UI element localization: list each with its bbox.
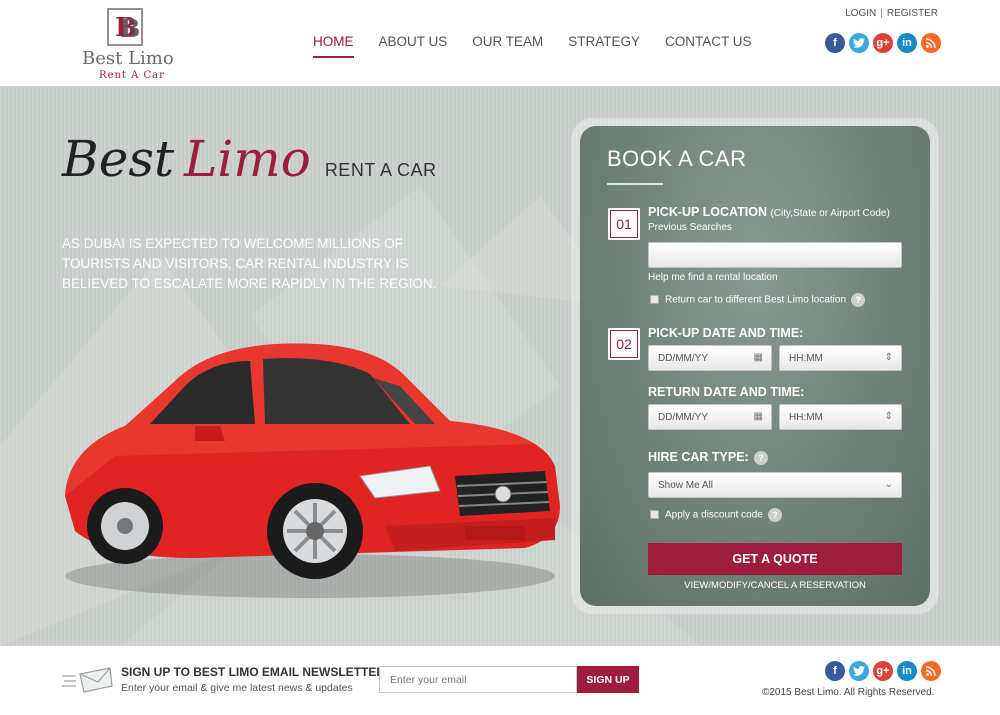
hero-section: Best Limo RENT A CAR AS DUBAI IS EXPECTED … [0,86,1000,646]
googleplus-icon[interactable]: g+ [873,661,893,681]
chevron-down-icon[interactable]: ⌄ [885,479,893,490]
newsletter-title: SIGN UP TO BEST LIMO EMAIL NEWSLETTER [121,665,386,679]
help-find-location-link[interactable]: Help me find a rental location [648,272,778,283]
twitter-icon[interactable] [849,661,869,681]
nav-home[interactable]: HOME [313,34,354,58]
pickup-datetime-label: PICK-UP DATE AND TIME: [648,326,804,340]
social-links-footer: f g+ in [821,661,941,681]
step-02-badge: 02 [610,330,638,358]
view-modify-cancel-link[interactable]: VIEW/MODIFY/CANCEL A RESERVATION [648,580,902,591]
nav-contact-us[interactable]: CONTACT US [665,34,752,58]
linkedin-icon[interactable]: in [897,33,917,53]
hire-type-select[interactable]: Show Me All ⌄ [648,472,902,498]
hire-type-label: HIRE CAR TYPE:? [648,450,768,465]
logo[interactable]: B B Best Limo Rent A Car [82,8,182,81]
discount-label: Apply a discount code? [665,508,782,522]
nav-about-us[interactable]: ABOUT US [379,34,448,58]
return-datetime-label: RETURN DATE AND TIME: [648,385,805,399]
calendar-icon[interactable]: ▦ [754,411,763,422]
facebook-icon[interactable]: f [825,661,845,681]
register-link[interactable]: REGISTER [887,8,938,19]
help-icon[interactable]: ? [767,508,782,522]
main-nav: HOME ABOUT US OUR TEAM STRATEGY CONTACT … [313,34,777,58]
nav-strategy[interactable]: STRATEGY [568,34,640,58]
logo-mark: B B [107,8,143,46]
copyright: ©2015 Best Limo. All Rights Reserved. [762,687,935,698]
pickup-location-hint: (City,State or Airport Code) [770,208,890,219]
hero-title-best: Best [62,130,175,188]
hero-text: AS DUBAI IS EXPECTED TO WELCOME MILLIONS… [62,236,437,291]
logo-name: Best Limo [82,48,174,69]
twitter-icon[interactable] [849,33,869,53]
help-icon[interactable]: ? [753,450,768,465]
pickup-location-label: PICK-UP LOCATION (City,State or Airport … [648,205,890,219]
get-quote-button[interactable]: GET A QUOTE [648,543,902,575]
step-01-badge: 01 [610,210,638,238]
login-link[interactable]: LOGIN [845,8,876,19]
pickup-time-select[interactable]: HH:MM ⇕ [779,345,902,371]
hero-title: Best Limo RENT A CAR [62,130,437,188]
booking-panel: BOOK A CAR 01 PICK-UP LOCATION (City,Sta… [580,126,930,606]
newsletter-email-input[interactable] [379,666,577,693]
rss-icon[interactable] [921,33,941,53]
calendar-icon[interactable]: ▦ [754,352,763,363]
logo-subtitle: Rent A Car [99,70,165,81]
booking-title-rule [607,183,663,185]
spinner-icon[interactable]: ⇕ [885,352,893,363]
booking-title: BOOK A CAR [607,146,747,171]
linkedin-icon[interactable]: in [897,661,917,681]
red-car-image [65,343,560,598]
spinner-icon[interactable]: ⇕ [885,411,893,422]
googleplus-icon[interactable]: g+ [873,33,893,53]
return-different-checkbox[interactable] [650,295,659,304]
return-different-label: Return car to different Best Limo locati… [665,293,866,307]
mail-icon [62,667,113,693]
auth-separator: | [880,8,883,19]
auth-links: LOGIN | REGISTER [845,8,938,19]
help-icon[interactable]: ? [851,293,866,307]
pickup-date-input[interactable]: DD/MM/YY ▦ [648,345,772,371]
hero-title-rent: RENT A CAR [324,160,437,180]
return-date-input[interactable]: DD/MM/YY ▦ [648,404,772,430]
hero-title-limo: Limo [184,130,311,188]
signup-button[interactable]: SIGN UP [577,666,639,693]
social-links-header: f g+ in [821,33,941,53]
nav-our-team[interactable]: OUR TEAM [472,34,543,58]
site-header: B B Best Limo Rent A Car HOME ABOUT US O… [0,0,1000,86]
discount-checkbox[interactable] [650,510,659,519]
pickup-location-input[interactable] [648,242,902,268]
newsletter-subtitle: Enter your email & give me latest news &… [121,682,353,694]
rss-icon[interactable] [921,661,941,681]
return-time-select[interactable]: HH:MM ⇕ [779,404,902,430]
facebook-icon[interactable]: f [825,33,845,53]
previous-searches-link[interactable]: Previous Searches [648,222,732,233]
